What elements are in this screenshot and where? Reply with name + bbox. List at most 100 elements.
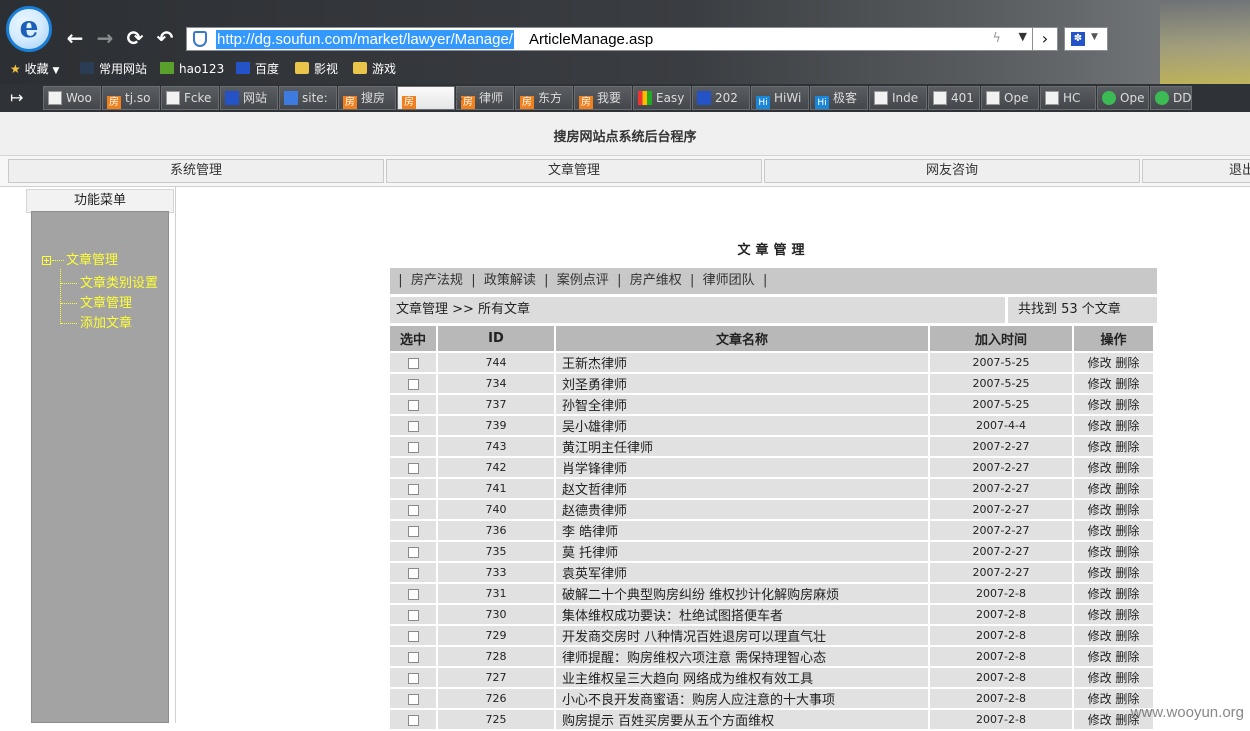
- tab-close-icon[interactable]: ✕: [454, 90, 464, 104]
- row-checkbox[interactable]: [407, 567, 419, 579]
- browser-tab[interactable]: DD: [1150, 86, 1192, 110]
- edit-link[interactable]: 修改: [1088, 419, 1112, 433]
- browser-tab[interactable]: Hi 极客: [810, 86, 868, 110]
- row-checkbox[interactable]: [407, 630, 419, 642]
- edit-link[interactable]: 修改: [1088, 671, 1112, 685]
- chevron-down-icon[interactable]: ▼: [52, 66, 59, 76]
- row-checkbox[interactable]: [407, 714, 419, 726]
- delete-link[interactable]: 删除: [1115, 398, 1139, 412]
- browser-tab[interactable]: Ope: [981, 86, 1039, 110]
- chevron-down-icon[interactable]: ▼: [1091, 32, 1098, 42]
- browser-tab[interactable]: HC: [1040, 86, 1096, 110]
- delete-link[interactable]: 删除: [1115, 608, 1139, 622]
- edit-link[interactable]: 修改: [1088, 461, 1112, 475]
- edit-link[interactable]: 修改: [1088, 608, 1112, 622]
- edit-link[interactable]: 修改: [1088, 629, 1112, 643]
- menu-item-add-article[interactable]: 添加文章: [80, 316, 132, 332]
- edit-link[interactable]: 修改: [1088, 545, 1112, 559]
- edit-link[interactable]: 修改: [1088, 524, 1112, 538]
- delete-link[interactable]: 删除: [1115, 524, 1139, 538]
- delete-link[interactable]: 删除: [1115, 419, 1139, 433]
- forward-arrow-icon[interactable]: →: [93, 26, 117, 50]
- row-checkbox[interactable]: [407, 504, 419, 516]
- search-engine-box[interactable]: ✽ ▼: [1064, 27, 1108, 51]
- nav-system-management[interactable]: 系统管理: [8, 159, 384, 183]
- browser-tab[interactable]: 401: [928, 86, 980, 110]
- browser-tab[interactable]: 网站: [220, 86, 278, 110]
- browser-tab[interactable]: 房东方: [515, 86, 573, 110]
- row-checkbox[interactable]: [407, 693, 419, 705]
- row-checkbox[interactable]: [407, 672, 419, 684]
- delete-link[interactable]: 删除: [1115, 461, 1139, 475]
- row-checkbox[interactable]: [407, 441, 419, 453]
- category-link[interactable]: 房产维权: [630, 268, 682, 294]
- expand-plus-icon[interactable]: [42, 256, 51, 265]
- go-arrow-icon[interactable]: ›: [1032, 27, 1058, 51]
- row-checkbox[interactable]: [407, 462, 419, 474]
- delete-link[interactable]: 删除: [1115, 650, 1139, 664]
- row-checkbox[interactable]: [407, 525, 419, 537]
- url-selected-text[interactable]: http://dg.soufun.com/market/lawyer/Manag…: [216, 30, 514, 49]
- edit-link[interactable]: 修改: [1088, 713, 1112, 727]
- browser-tab[interactable]: 房我要: [574, 86, 632, 110]
- chevron-down-icon[interactable]: ▼: [1019, 30, 1027, 43]
- delete-link[interactable]: 删除: [1115, 566, 1139, 580]
- menu-root-article[interactable]: 文章管理: [66, 253, 118, 269]
- row-checkbox[interactable]: [407, 546, 419, 558]
- browser-tab[interactable]: Easy: [633, 86, 691, 110]
- edit-link[interactable]: 修改: [1088, 692, 1112, 706]
- delete-link[interactable]: 删除: [1115, 377, 1139, 391]
- category-link[interactable]: 房产法规: [411, 268, 463, 294]
- delete-link[interactable]: 删除: [1115, 629, 1139, 643]
- edit-link[interactable]: 修改: [1088, 398, 1112, 412]
- browser-tab[interactable]: Hi HiWi: [751, 86, 809, 110]
- delete-link[interactable]: 删除: [1115, 587, 1139, 601]
- delete-link[interactable]: 删除: [1115, 503, 1139, 517]
- nav-article-management[interactable]: 文章管理: [386, 159, 762, 183]
- edit-link[interactable]: 修改: [1088, 587, 1112, 601]
- fav-item-baidu[interactable]: 百度: [236, 60, 279, 78]
- delete-link[interactable]: 删除: [1115, 356, 1139, 370]
- fav-item-changyong[interactable]: 常用网站: [80, 60, 147, 78]
- row-checkbox[interactable]: [407, 420, 419, 432]
- browser-tab[interactable]: 房 tj.so: [102, 86, 160, 110]
- browser-tab[interactable]: site:: [279, 86, 337, 110]
- row-checkbox[interactable]: [407, 378, 419, 390]
- undo-icon[interactable]: ↶: [153, 26, 177, 50]
- nav-user-consult[interactable]: 网友咨询: [764, 159, 1140, 183]
- category-link[interactable]: 政策解读: [484, 268, 536, 294]
- back-arrow-icon[interactable]: ←: [63, 26, 87, 50]
- delete-link[interactable]: 删除: [1115, 440, 1139, 454]
- browser-tab[interactable]: Fcke: [161, 86, 219, 110]
- address-bar[interactable]: http://dg.soufun.com/market/lawyer/Manag…: [186, 27, 1058, 51]
- row-checkbox[interactable]: [407, 651, 419, 663]
- url-text[interactable]: ArticleManage.asp: [529, 30, 653, 49]
- category-link[interactable]: 案例点评: [557, 268, 609, 294]
- browser-tab[interactable]: Woo: [43, 86, 101, 110]
- delete-link[interactable]: 删除: [1115, 545, 1139, 559]
- browser-tab[interactable]: 房: [397, 86, 455, 110]
- edit-link[interactable]: 修改: [1088, 650, 1112, 664]
- browser-tab[interactable]: 房律师: [456, 86, 514, 110]
- row-checkbox[interactable]: [407, 357, 419, 369]
- edit-link[interactable]: 修改: [1088, 377, 1112, 391]
- tab-panel-icon[interactable]: ↦: [10, 90, 23, 106]
- fav-item-yingshi[interactable]: 影视: [295, 60, 338, 78]
- menu-item-category-settings[interactable]: 文章类别设置: [80, 276, 158, 292]
- browser-tab[interactable]: 202: [692, 86, 750, 110]
- browser-tab[interactable]: Ope: [1097, 86, 1149, 110]
- nav-logout[interactable]: 退出: [1142, 159, 1250, 183]
- browser-tab[interactable]: 房搜房: [338, 86, 396, 110]
- edit-link[interactable]: 修改: [1088, 440, 1112, 454]
- favorites-button[interactable]: ★ 收藏 ▼: [10, 60, 59, 80]
- category-link[interactable]: 律师团队: [703, 268, 755, 294]
- ie-logo-icon[interactable]: e: [6, 6, 52, 52]
- menu-item-article-manage[interactable]: 文章管理: [80, 296, 132, 312]
- fav-item-hao123[interactable]: hao123: [160, 60, 224, 78]
- row-checkbox[interactable]: [407, 483, 419, 495]
- edit-link[interactable]: 修改: [1088, 482, 1112, 496]
- delete-link[interactable]: 删除: [1115, 671, 1139, 685]
- refresh-icon[interactable]: ⟳: [123, 26, 147, 50]
- fav-item-youxi[interactable]: 游戏: [353, 60, 396, 78]
- delete-link[interactable]: 删除: [1115, 482, 1139, 496]
